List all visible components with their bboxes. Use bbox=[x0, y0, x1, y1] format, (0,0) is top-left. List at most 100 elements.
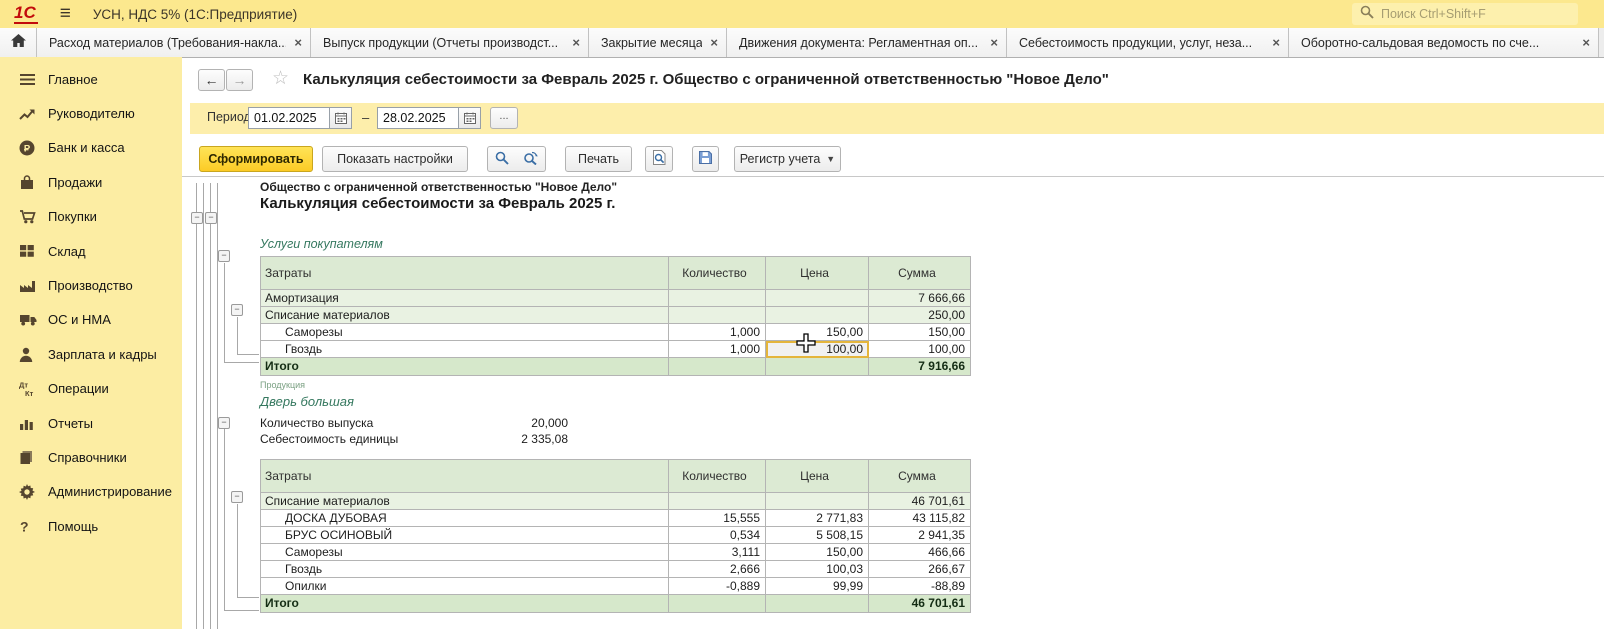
collapse-toggle[interactable]: − bbox=[231, 491, 243, 503]
period-from-input[interactable]: 01.02.2025 bbox=[248, 107, 329, 129]
cell-label[interactable]: Списание материалов bbox=[261, 493, 669, 510]
cell-price[interactable] bbox=[766, 290, 869, 307]
cell-qty[interactable]: 1,000 bbox=[669, 324, 766, 341]
column-header[interactable]: Цена bbox=[766, 257, 869, 290]
cell-qty[interactable] bbox=[669, 290, 766, 307]
cell-price[interactable]: 100,00 bbox=[766, 341, 869, 358]
cell-qty[interactable] bbox=[669, 307, 766, 324]
cell-label[interactable]: Гвоздь bbox=[261, 341, 669, 358]
collapse-toggle[interactable]: − bbox=[205, 212, 217, 224]
cell-price[interactable] bbox=[766, 595, 869, 613]
cell-sum[interactable]: 7 916,66 bbox=[869, 358, 971, 376]
column-header[interactable]: Цена bbox=[766, 460, 869, 493]
cell-label[interactable]: Саморезы bbox=[261, 544, 669, 561]
cell-qty[interactable] bbox=[669, 493, 766, 510]
cell-label[interactable]: Опилки bbox=[261, 578, 669, 595]
collapse-toggle[interactable]: − bbox=[231, 304, 243, 316]
calendar-icon[interactable] bbox=[458, 107, 481, 129]
sidebar-item-help[interactable]: ?Помощь bbox=[0, 509, 182, 543]
column-header[interactable]: Количество bbox=[669, 460, 766, 493]
cell-price[interactable]: 99,99 bbox=[766, 578, 869, 595]
sidebar-item-truck[interactable]: ОС и НМА bbox=[0, 303, 182, 337]
sidebar-item-trend[interactable]: Руководителю bbox=[0, 96, 182, 130]
forward-button[interactable]: → bbox=[226, 69, 253, 91]
cell-label[interactable]: Саморезы bbox=[261, 324, 669, 341]
cell-label[interactable]: ДОСКА ДУБОВАЯ bbox=[261, 510, 669, 527]
column-header[interactable]: Количество bbox=[669, 257, 766, 290]
global-search-input[interactable]: Поиск Ctrl+Shift+F bbox=[1352, 3, 1578, 25]
cell-qty[interactable]: 1,000 bbox=[669, 341, 766, 358]
cell-label[interactable]: Итого bbox=[261, 358, 669, 376]
find-button[interactable] bbox=[487, 146, 517, 172]
collapse-toggle[interactable]: − bbox=[191, 212, 203, 224]
cell-label[interactable]: Списание материалов bbox=[261, 307, 669, 324]
tab-close-icon[interactable]: × bbox=[990, 35, 998, 50]
tab-close-icon[interactable]: × bbox=[710, 35, 718, 50]
cell-sum[interactable]: 100,00 bbox=[869, 341, 971, 358]
cell-price[interactable]: 150,00 bbox=[766, 324, 869, 341]
sidebar-item-person[interactable]: Зарплата и кадры bbox=[0, 337, 182, 371]
cell-qty[interactable] bbox=[669, 358, 766, 376]
find-next-button[interactable] bbox=[516, 146, 546, 172]
sidebar-item-bag[interactable]: Продажи bbox=[0, 165, 182, 199]
column-header[interactable]: Затраты bbox=[261, 460, 669, 493]
register-dropdown-button[interactable]: Регистр учета ▼ bbox=[734, 146, 841, 172]
cell-qty[interactable]: 3,111 bbox=[669, 544, 766, 561]
print-button[interactable]: Печать bbox=[565, 146, 632, 172]
stat-value[interactable]: 20,000 bbox=[531, 416, 568, 432]
cell-sum[interactable]: 43 115,82 bbox=[869, 510, 971, 527]
cell-price[interactable] bbox=[766, 358, 869, 376]
cell-label[interactable]: БРУС ОСИНОВЫЙ bbox=[261, 527, 669, 544]
cell-qty[interactable] bbox=[669, 595, 766, 613]
cell-sum[interactable]: 150,00 bbox=[869, 324, 971, 341]
collapse-toggle[interactable]: − bbox=[218, 250, 230, 262]
cell-qty[interactable]: 15,555 bbox=[669, 510, 766, 527]
cell-price[interactable] bbox=[766, 493, 869, 510]
period-more-button[interactable]: ... bbox=[490, 107, 518, 129]
sidebar-item-factory[interactable]: Производство bbox=[0, 268, 182, 302]
cell-qty[interactable]: 0,534 bbox=[669, 527, 766, 544]
sidebar-item-books[interactable]: Справочники bbox=[0, 440, 182, 474]
column-header[interactable]: Затраты bbox=[261, 257, 669, 290]
tab-1[interactable]: Расход материалов (Требования-накла...× bbox=[37, 28, 311, 57]
calendar-icon[interactable] bbox=[329, 107, 352, 129]
cell-sum[interactable]: 46 701,61 bbox=[869, 493, 971, 510]
column-header[interactable]: Сумма bbox=[869, 257, 971, 290]
cell-price[interactable]: 100,03 bbox=[766, 561, 869, 578]
tab-2[interactable]: Выпуск продукции (Отчеты производст...× bbox=[311, 28, 589, 57]
favorite-star-icon[interactable]: ☆ bbox=[272, 67, 289, 90]
cell-sum[interactable]: 466,66 bbox=[869, 544, 971, 561]
show-settings-button[interactable]: Показать настройки bbox=[322, 146, 468, 172]
tab-6[interactable]: Оборотно-сальдовая ведомость по сче...× bbox=[1289, 28, 1599, 57]
tab-close-icon[interactable]: × bbox=[572, 35, 580, 50]
generate-button[interactable]: Сформировать bbox=[199, 146, 313, 172]
cell-label[interactable]: Амортизация bbox=[261, 290, 669, 307]
cell-label[interactable]: Гвоздь bbox=[261, 561, 669, 578]
cell-sum[interactable]: 250,00 bbox=[869, 307, 971, 324]
cell-price[interactable]: 5 508,15 bbox=[766, 527, 869, 544]
sidebar-item-ruble[interactable]: РБанк и касса bbox=[0, 131, 182, 165]
cell-sum[interactable]: -88,89 bbox=[869, 578, 971, 595]
cell-sum[interactable]: 46 701,61 bbox=[869, 595, 971, 613]
cell-qty[interactable]: -0,889 bbox=[669, 578, 766, 595]
cell-sum[interactable]: 2 941,35 bbox=[869, 527, 971, 544]
tab-5[interactable]: Себестоимость продукции, услуг, неза...× bbox=[1007, 28, 1289, 57]
cell-qty[interactable]: 2,666 bbox=[669, 561, 766, 578]
tab-close-icon[interactable]: × bbox=[1272, 35, 1280, 50]
sidebar-item-dtkt[interactable]: ДтКтОперации bbox=[0, 372, 182, 406]
sidebar-item-menu[interactable]: Главное bbox=[0, 62, 182, 96]
save-button[interactable] bbox=[692, 146, 719, 172]
period-to-input[interactable]: 28.02.2025 bbox=[377, 107, 458, 129]
tab-close-icon[interactable]: × bbox=[1582, 35, 1590, 50]
back-button[interactable]: ← bbox=[198, 69, 225, 91]
cell-sum[interactable]: 7 666,66 bbox=[869, 290, 971, 307]
sidebar-item-barchart[interactable]: Отчеты bbox=[0, 406, 182, 440]
column-header[interactable]: Сумма bbox=[869, 460, 971, 493]
home-tab[interactable] bbox=[0, 28, 37, 57]
cell-price[interactable] bbox=[766, 307, 869, 324]
tab-3[interactable]: Закрытие месяца× bbox=[589, 28, 727, 57]
tab-4[interactable]: Движения документа: Регламентная оп...× bbox=[727, 28, 1007, 57]
stat-value[interactable]: 2 335,08 bbox=[521, 432, 568, 448]
cell-label[interactable]: Итого bbox=[261, 595, 669, 613]
collapse-toggle[interactable]: − bbox=[218, 417, 230, 429]
